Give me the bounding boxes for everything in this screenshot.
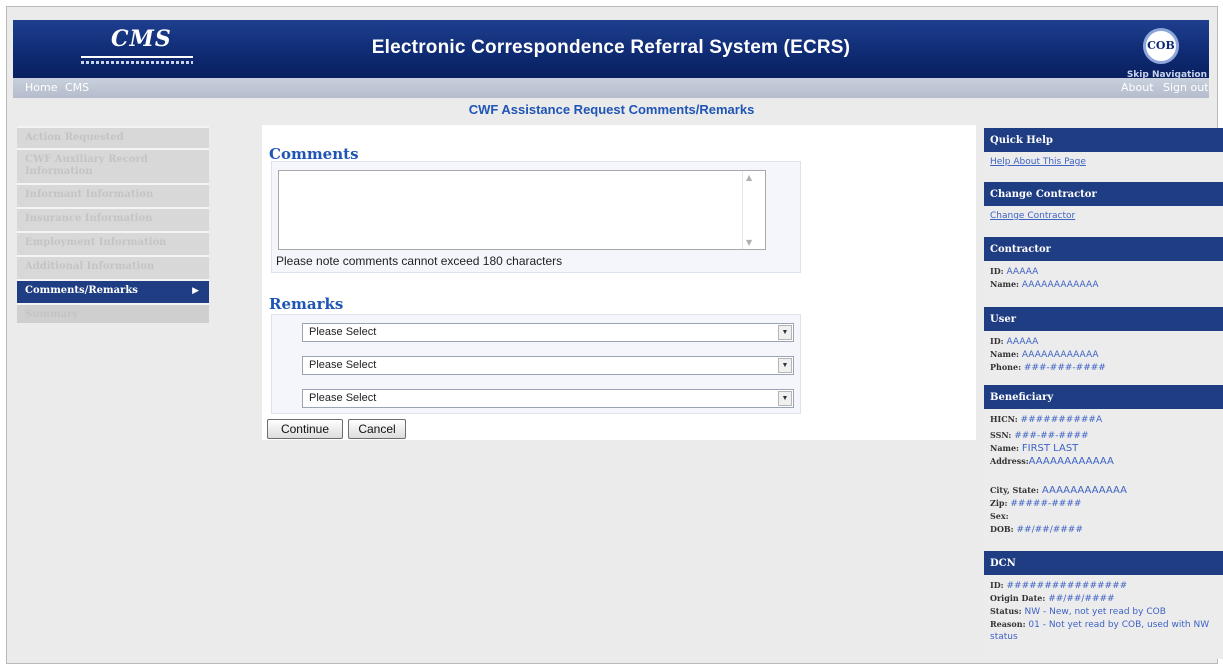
contractor-name: AAAAAAAAAAAA	[1021, 280, 1099, 290]
app-title: Electronic Correspondence Referral Syste…	[371, 37, 851, 58]
label: Origin Date:	[990, 593, 1046, 603]
beneficiary-zip: #####-####	[1010, 499, 1082, 509]
dcn-status: NW - New, not yet read by COB	[1024, 607, 1166, 617]
change-contractor-link[interactable]: Change Contractor	[990, 211, 1075, 221]
beneficiary-header: Beneficiary	[984, 385, 1223, 409]
quick-help-panel: Help About This Page	[984, 152, 1223, 182]
label: Zip:	[990, 498, 1008, 508]
header-banner: CMS Electronic Correspondence Referral S…	[13, 20, 1209, 80]
beneficiary-dob: ##/##/####	[1016, 525, 1083, 535]
right-sidebar: Quick Help Help About This Page Change C…	[984, 128, 1223, 659]
label: Status:	[990, 606, 1022, 616]
change-contractor-header: Change Contractor	[984, 182, 1223, 206]
leftnav-item-additional-information[interactable]: Additional Information	[17, 255, 209, 279]
contractor-id: AAAAA	[1006, 267, 1039, 277]
label: ID:	[990, 266, 1004, 276]
leftnav-item-summary[interactable]: Summary	[17, 303, 209, 323]
leftnav-item-comments-remarks[interactable]: Comments/Remarks ▶	[17, 279, 209, 303]
change-contractor-panel: Change Contractor	[984, 206, 1223, 237]
select-value: Please Select	[309, 359, 377, 371]
arrow-right-icon: ▶	[192, 286, 199, 296]
scroll-down-icon: ▼	[746, 238, 753, 247]
label: ID:	[990, 336, 1004, 346]
label: SSN:	[990, 430, 1012, 440]
left-navigation: Action Requested CWF Auxiliary Record In…	[17, 126, 209, 323]
beneficiary-address: AAAAAAAAAAAA	[1028, 456, 1114, 467]
label: Reason:	[990, 619, 1026, 629]
help-about-page-link[interactable]: Help About This Page	[990, 157, 1086, 167]
nav-signout-link[interactable]: Sign out	[1163, 81, 1209, 94]
user-name: AAAAAAAAAAAA	[1021, 350, 1099, 360]
chevron-down-icon[interactable]: ▼	[778, 358, 792, 373]
nav-home-link[interactable]: Home	[25, 81, 57, 94]
user-id: AAAAA	[1006, 337, 1039, 347]
dcn-origin-date: ##/##/####	[1048, 594, 1115, 604]
chevron-down-icon[interactable]: ▼	[778, 391, 792, 406]
user-panel: ID: AAAAA Name: AAAAAAAAAAAA Phone: ###-…	[984, 331, 1223, 385]
contractor-panel: ID: AAAAA Name: AAAAAAAAAAAA	[984, 261, 1223, 307]
quick-help-header: Quick Help	[984, 128, 1223, 152]
leftnav-item-action-requested[interactable]: Action Requested	[17, 126, 209, 148]
main-content: Comments ▲ ▼ Please note comments cannot…	[262, 125, 976, 440]
label: DOB:	[990, 524, 1014, 534]
label: Address:	[990, 456, 1029, 466]
beneficiary-ssn: ###-##-####	[1014, 431, 1089, 441]
label: Name:	[990, 279, 1020, 289]
remarks-select-1[interactable]: Please Select ▼	[302, 323, 794, 342]
label: ID:	[990, 580, 1004, 590]
contractor-header: Contractor	[984, 237, 1223, 261]
label: Name:	[990, 349, 1020, 359]
leftnav-item-cwf-auxiliary-record[interactable]: CWF Auxiliary Record Information	[17, 148, 209, 183]
select-value: Please Select	[309, 326, 377, 338]
remarks-heading: Remarks	[269, 295, 344, 313]
cancel-button[interactable]: Cancel	[348, 419, 406, 439]
top-nav: Home CMS About Sign out	[13, 78, 1209, 98]
leftnav-item-informant-information[interactable]: Informant Information	[17, 183, 209, 207]
beneficiary-name: FIRST LAST	[1021, 443, 1079, 454]
user-header: User	[984, 307, 1223, 331]
comments-limit-note: Please note comments cannot exceed 180 c…	[276, 254, 563, 268]
label: Phone:	[990, 362, 1022, 372]
dcn-id: ################	[1006, 581, 1128, 591]
remarks-panel: Please Select ▼ Please Select ▼ Please S…	[271, 314, 801, 414]
dcn-header: DCN	[984, 551, 1223, 575]
select-value: Please Select	[309, 392, 377, 404]
beneficiary-hicn: ##########A	[1020, 415, 1103, 425]
dcn-panel: ID: ################ Origin Date: ##/##/…	[984, 575, 1223, 659]
label: Sex:	[990, 511, 1009, 521]
comments-panel: ▲ ▼ Please note comments cannot exceed 1…	[271, 161, 801, 273]
remarks-select-3[interactable]: Please Select ▼	[302, 389, 794, 408]
label: HICN:	[990, 414, 1018, 424]
page-title: CWF Assistance Request Comments/Remarks	[468, 102, 755, 117]
scroll-up-icon: ▲	[746, 173, 753, 182]
remarks-select-2[interactable]: Please Select ▼	[302, 356, 794, 375]
beneficiary-city-state: AAAAAAAAAAAA	[1041, 485, 1127, 496]
leftnav-item-insurance-information[interactable]: Insurance Information	[17, 207, 209, 231]
beneficiary-panel: HICN: ##########A SSN: ###-##-#### Name:…	[984, 409, 1223, 551]
label: Name:	[990, 443, 1020, 453]
leftnav-item-label: Comments/Remarks	[25, 285, 138, 296]
comments-textarea[interactable]	[278, 170, 766, 250]
cob-logo: COB	[1143, 28, 1179, 64]
nav-cms-link[interactable]: CMS	[65, 81, 89, 94]
chevron-down-icon[interactable]: ▼	[778, 325, 792, 340]
leftnav-item-employment-information[interactable]: Employment Information	[17, 231, 209, 255]
user-phone: ###-###-####	[1023, 363, 1106, 373]
nav-about-link[interactable]: About	[1121, 81, 1154, 94]
continue-button[interactable]: Continue	[267, 419, 343, 439]
textarea-scrollbar[interactable]: ▲ ▼	[742, 171, 759, 249]
label: City, State:	[990, 485, 1039, 495]
